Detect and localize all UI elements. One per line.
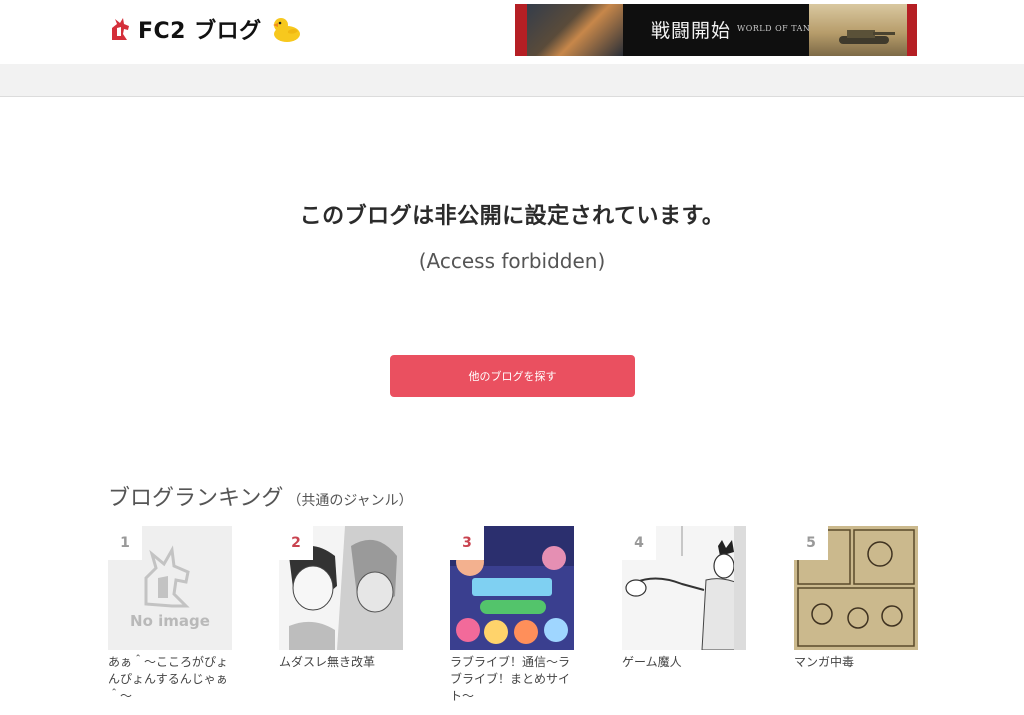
ranking-title: ブログランキング [108,486,284,511]
fc2-blog-logo[interactable]: FC2 ブログ [108,14,302,44]
ranking-item[interactable]: No image 1 あぁ＾〜こころがぴょんぴょんするんじゃぁ＾〜 [108,526,232,705]
rank-number: 3 [450,526,484,560]
ranking-item[interactable]: 5 マンガ中毒 [794,526,918,671]
logo-text: FC2 ブログ [138,19,262,44]
no-image-label: No image [130,612,210,630]
find-other-blogs-button[interactable]: 他のブログを探す [390,355,635,397]
ranking-item[interactable]: 2 ムダスレ無き改革 [279,526,403,671]
tank-icon [839,30,895,44]
banner-art-left [515,4,623,56]
ranking-item[interactable]: 3 ラブライブ！通信〜ラブライブ！まとめサイト〜 [450,526,574,705]
rank-number: 1 [108,526,142,560]
ranking-thumbnail[interactable]: 2 [279,526,403,650]
ranking-blog-title[interactable]: ムダスレ無き改革 [279,654,403,671]
ranking-blog-title[interactable]: ラブライブ！通信〜ラブライブ！まとめサイト〜 [450,654,574,705]
ranking-blog-title[interactable]: ゲーム魔人 [622,654,746,671]
ranking-thumbnail[interactable]: 5 [794,526,918,650]
rank-number: 4 [622,526,656,560]
ranking-heading: ブログランキング （共通のジャンル） [108,480,413,512]
rank-number: 5 [794,526,828,560]
rank-number: 2 [279,526,313,560]
ranking-blog-title[interactable]: マンガ中毒 [794,654,918,671]
ad-banner[interactable]: 戦闘開始 WORLD OF TANKS [515,4,917,56]
ranking-item[interactable]: 4 ゲーム魔人 [622,526,746,671]
ranking-thumbnail[interactable]: 3 [450,526,574,650]
duck-icon [272,18,300,42]
access-forbidden-text: (Access forbidden) [418,249,606,273]
ranking-subtitle: （共通のジャンル） [287,493,413,509]
ranking-thumbnail[interactable]: No image 1 [108,526,232,650]
banner-border-left [515,4,527,56]
header-subbar [0,64,1024,97]
ranking-blog-title[interactable]: あぁ＾〜こころがぴょんぴょんするんじゃぁ＾〜 [108,654,232,705]
banner-title: 戦闘開始 [651,20,732,42]
ranking-thumbnail[interactable]: 4 [622,526,746,650]
site-header: FC2 ブログ 戦闘開始 WORLD OF TANKS [0,0,1024,64]
banner-border-right [907,4,917,56]
ranking-list: No image 1 あぁ＾〜こころがぴょんぴょんするんじゃぁ＾〜 2 ムダスレ… [108,526,928,715]
private-blog-message: このブログは非公開に設定されています。 [299,204,725,229]
unicorn-logo-icon [112,18,129,40]
